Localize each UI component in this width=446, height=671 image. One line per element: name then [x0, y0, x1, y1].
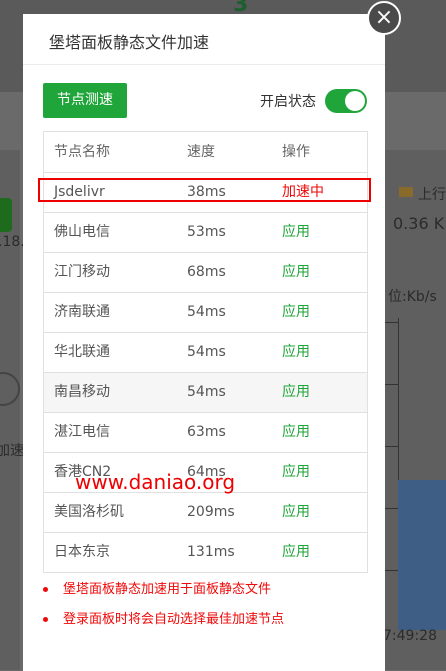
node-name: Jsdelivr [54, 184, 105, 200]
header-action: 操作 [282, 144, 310, 160]
table-row: 湛江电信 63ms 应用 [44, 413, 367, 453]
header-node-name: 节点名称 [54, 144, 110, 160]
node-table: 节点名称 速度 操作 Jsdelivr 38ms 加速中 佛山电信 53ms 应… [43, 131, 368, 573]
bullet-icon [43, 587, 48, 592]
chart-time: 7:49:28 [383, 628, 437, 644]
table-row: 美国洛杉矶 209ms 应用 [44, 493, 367, 533]
watermark-text: www.daniao.org [75, 470, 236, 494]
node-name: 美国洛杉矶 [54, 504, 124, 520]
table-row: Jsdelivr 38ms 加速中 [44, 173, 367, 213]
table-row: 江门移动 68ms 应用 [44, 253, 367, 293]
node-speed: 63ms [187, 424, 226, 440]
node-name: 佛山电信 [54, 224, 110, 240]
apply-link[interactable]: 应用 [282, 493, 310, 532]
node-name: 湛江电信 [54, 424, 110, 440]
node-speed: 54ms [187, 304, 226, 320]
chart-tick [384, 446, 398, 447]
node-name: 济南联通 [54, 304, 110, 320]
dialog-header: 堡塔面板静态文件加速 [23, 14, 385, 65]
note-text: 登录面板时将会自动选择最佳加速节点 [63, 612, 285, 627]
node-speed: 38ms [187, 184, 226, 200]
node-speed: 54ms [187, 384, 226, 400]
apply-link[interactable]: 应用 [282, 413, 310, 452]
node-speed: 131ms [187, 544, 235, 560]
background-ip-text: .18. [0, 234, 25, 250]
chart-tick [384, 508, 398, 509]
table-row: 日本东京 131ms 应用 [44, 533, 367, 573]
node-name: 日本东京 [54, 544, 110, 560]
enable-toggle[interactable] [325, 89, 367, 113]
node-name: 华北联通 [54, 344, 110, 360]
table-row: 华北联通 54ms 应用 [44, 333, 367, 373]
node-name: 南昌移动 [54, 384, 110, 400]
apply-link[interactable]: 应用 [282, 213, 310, 252]
chart-tick [384, 570, 398, 571]
apply-link[interactable]: 应用 [282, 453, 310, 492]
chart-area [398, 480, 446, 630]
legend-swatch [399, 187, 413, 197]
legend-upload: 上行 [418, 187, 446, 203]
apply-link[interactable]: 应用 [282, 253, 310, 292]
close-icon[interactable]: × [367, 1, 401, 35]
toggle-knob [345, 91, 365, 111]
node-speed: 68ms [187, 264, 226, 280]
dialog-title: 堡塔面板静态文件加速 [49, 33, 210, 52]
upload-speed: 0.36 K [393, 214, 445, 233]
apply-link[interactable]: 应用 [282, 333, 310, 372]
node-speed: 54ms [187, 344, 226, 360]
table-row: 佛山电信 53ms 应用 [44, 213, 367, 253]
static-accel-dialog: 堡塔面板静态文件加速 节点测速 开启状态 节点名称 速度 操作 Jsdelivr… [23, 14, 385, 671]
node-speed: 53ms [187, 224, 226, 240]
table-row: 南昌移动 54ms 应用 [44, 373, 367, 413]
node-name: 江门移动 [54, 264, 110, 280]
apply-link[interactable]: 应用 [282, 373, 310, 412]
note-text: 堡塔面板静态加速用于面板静态文件 [63, 582, 272, 597]
apply-link[interactable]: 应用 [282, 293, 310, 332]
bullet-icon [43, 617, 48, 622]
node-speed-test-button[interactable]: 节点测速 [43, 83, 127, 118]
node-status-active: 加速中 [282, 184, 324, 200]
header-speed: 速度 [187, 144, 215, 160]
toggle-label: 开启状态 [260, 94, 316, 110]
table-header-row: 节点名称 速度 操作 [44, 132, 367, 173]
node-speed: 209ms [187, 504, 235, 520]
chart-tick [384, 384, 398, 385]
background-accel-text: 加速 [0, 443, 24, 459]
nginx-icon [0, 198, 12, 232]
table-row: 济南联通 54ms 应用 [44, 293, 367, 333]
chart-tick [384, 322, 398, 323]
apply-link[interactable]: 应用 [282, 533, 310, 572]
chart-unit: 位:Kb/s [388, 289, 437, 305]
